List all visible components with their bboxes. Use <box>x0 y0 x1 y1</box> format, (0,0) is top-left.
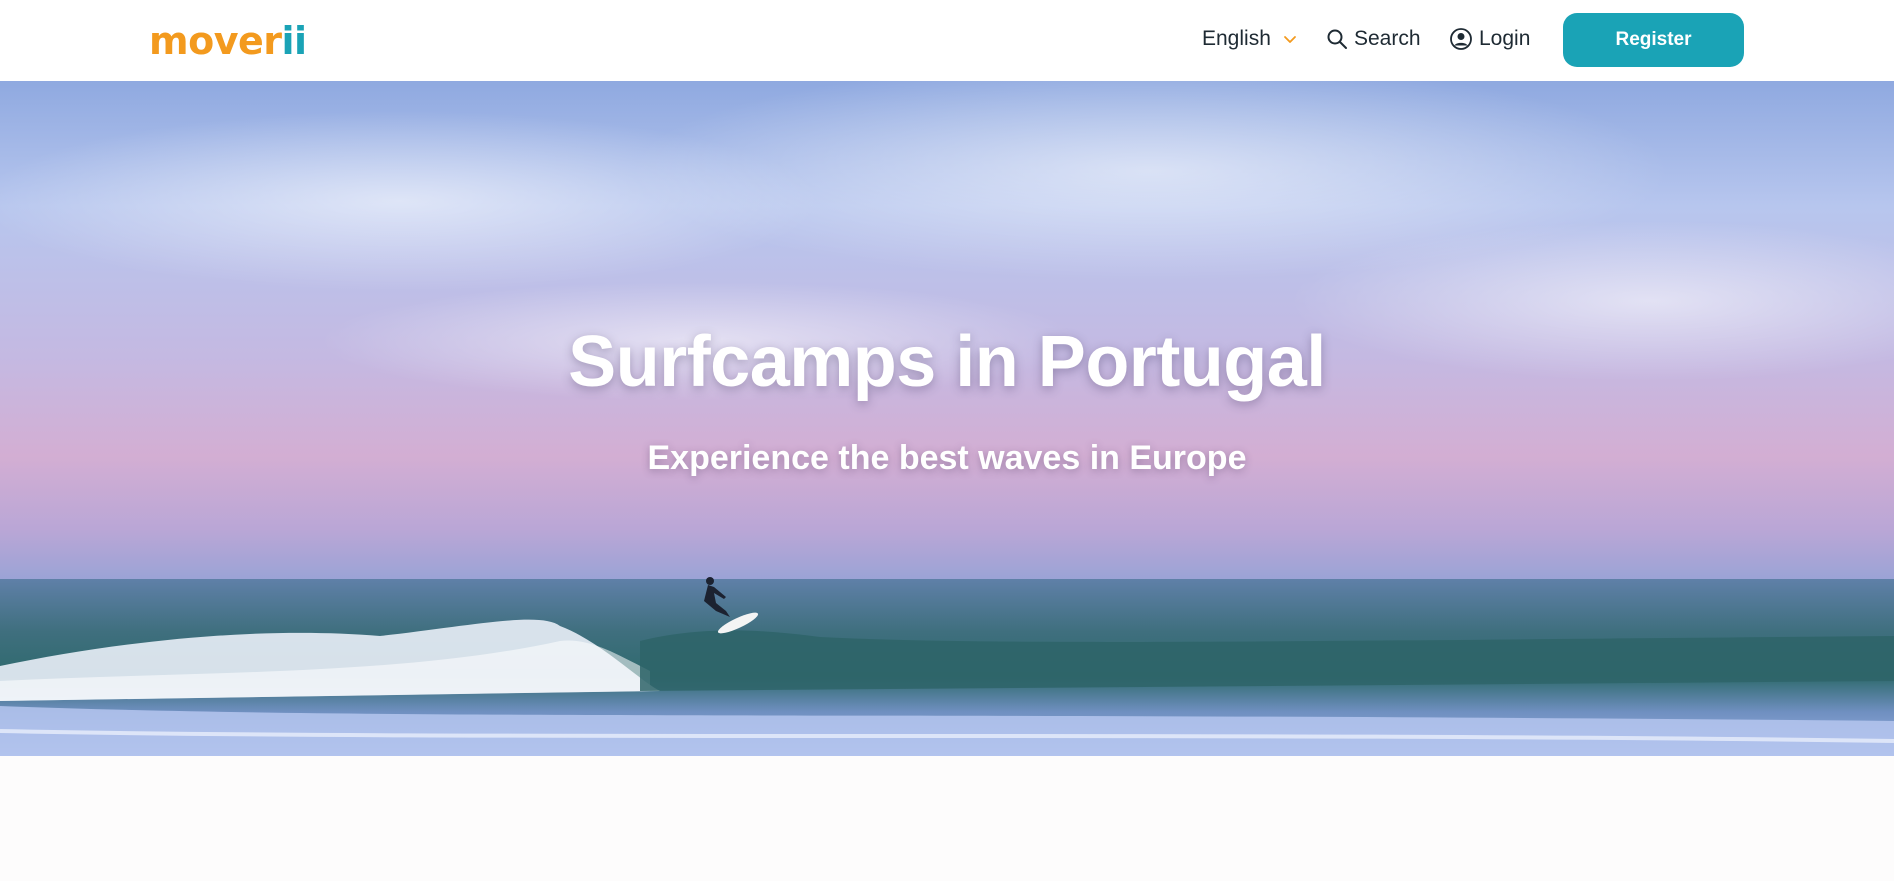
hero-title: Surfcamps in Portugal <box>568 322 1326 402</box>
search-link[interactable]: Search <box>1326 27 1421 51</box>
search-label: Search <box>1354 27 1421 50</box>
login-label: Login <box>1479 27 1531 50</box>
language-label: English <box>1202 27 1271 50</box>
moverii-logo[interactable]: moverii <box>149 18 307 64</box>
login-link[interactable]: Login <box>1449 27 1530 51</box>
hero-banner: Surfcamps in Portugal Experience the bes… <box>0 81 1894 756</box>
site-header: moverii English Search Login Register <box>0 0 1894 81</box>
logo-text-primary: mover <box>149 19 282 63</box>
hero-subtitle: Experience the best waves in Europe <box>647 439 1247 477</box>
user-circle-icon <box>1449 27 1473 51</box>
search-icon <box>1326 28 1348 50</box>
chevron-down-icon <box>1283 27 1297 51</box>
hero-background-image <box>0 81 1894 756</box>
register-button[interactable]: Register <box>1563 13 1744 67</box>
logo-text-accent: ii <box>281 19 308 63</box>
language-selector[interactable]: English <box>1202 27 1297 51</box>
